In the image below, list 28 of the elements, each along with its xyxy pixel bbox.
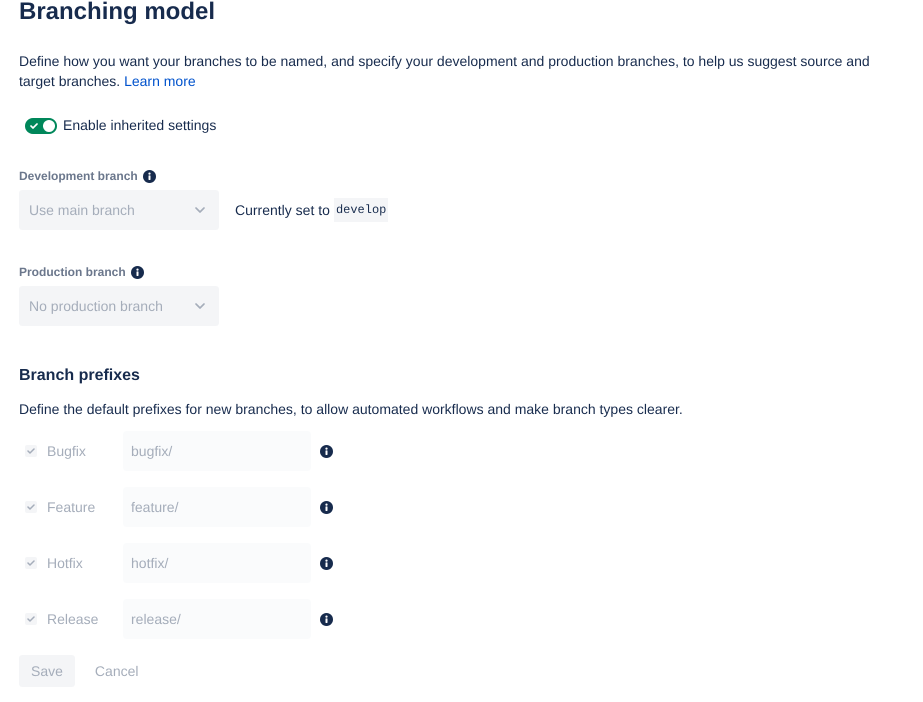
chevron-down-icon bbox=[195, 207, 205, 213]
learn-more-link[interactable]: Learn more bbox=[124, 73, 196, 89]
page-title: Branching model bbox=[19, 0, 216, 24]
toggle-label: Enable inherited settings bbox=[63, 116, 216, 135]
branch-name-code: develop bbox=[334, 198, 388, 222]
info-icon bbox=[320, 556, 333, 570]
prefix-label: Bugfix bbox=[47, 442, 87, 461]
info-icon bbox=[130, 266, 144, 278]
check-icon bbox=[27, 504, 35, 510]
info-icon bbox=[320, 444, 333, 458]
check-icon bbox=[27, 616, 35, 622]
toggle-switch[interactable] bbox=[25, 118, 57, 134]
page-description: Define how you want your branches to be named, and specify your development and production branches, to help us suggest source and target branches. Learn more bbox=[19, 52, 871, 91]
check-icon bbox=[30, 122, 38, 128]
check-icon bbox=[27, 560, 35, 566]
prefix-label: Release bbox=[47, 610, 100, 628]
info-icon bbox=[142, 170, 156, 182]
prefix-label: Feature bbox=[47, 498, 96, 516]
chevron-down-icon bbox=[195, 303, 205, 309]
info-icon bbox=[320, 612, 333, 626]
info-icon bbox=[320, 500, 333, 514]
prefix-label: Hotfix bbox=[47, 554, 84, 572]
check-icon bbox=[27, 448, 35, 454]
field-label: Development branch bbox=[19, 168, 138, 185]
field-label: Production branch bbox=[19, 264, 126, 281]
current-branch-text: Currently set to bbox=[235, 200, 330, 220]
section-heading: Branch prefixes bbox=[19, 366, 141, 386]
section-description: Define the default prefixes for new branches, to allow automated workflows and make branch types clearer. bbox=[19, 400, 684, 419]
